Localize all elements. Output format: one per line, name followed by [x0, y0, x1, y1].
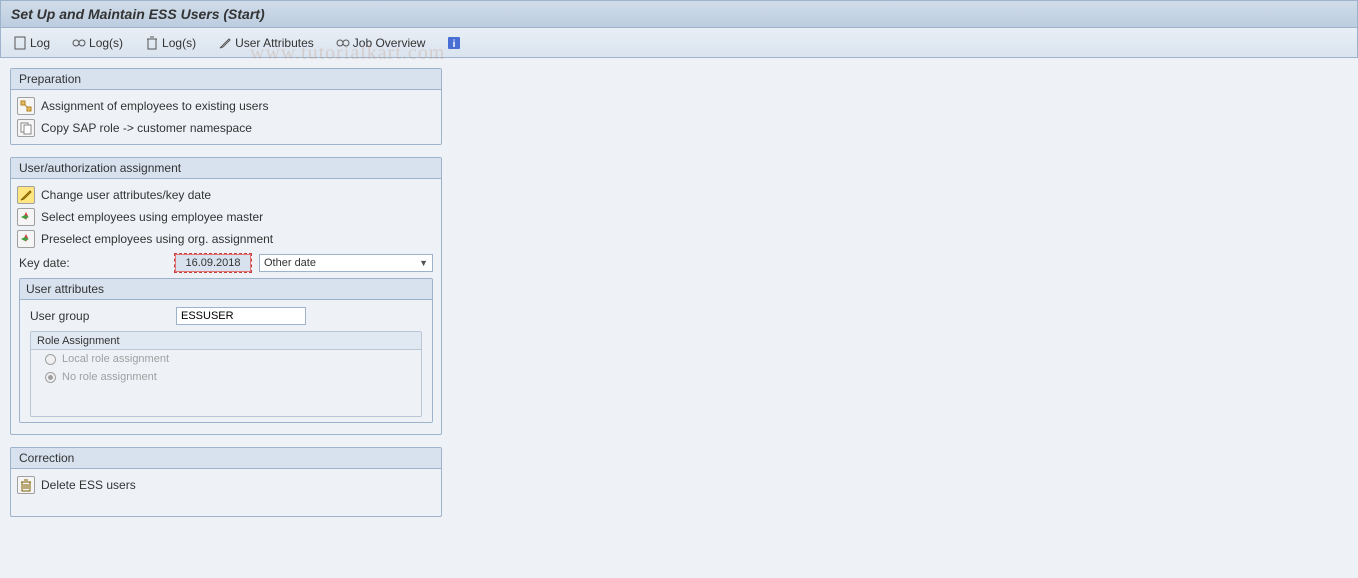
correction-header: Correction: [11, 448, 441, 469]
other-date-select[interactable]: Other date ▼: [259, 254, 433, 272]
assignment-panel: User/authorization assignment Change use…: [10, 157, 442, 435]
log-button[interactable]: Log: [9, 34, 54, 52]
user-group-input[interactable]: [176, 307, 306, 325]
org-preselect-icon: [17, 230, 35, 248]
change-attributes-label: Change user attributes/key date: [41, 188, 211, 202]
select-employees-label: Select employees using employee master: [41, 210, 263, 224]
logs-delete-button[interactable]: Log(s): [141, 34, 200, 52]
info-icon: i: [447, 36, 461, 50]
copy-icon: [17, 119, 35, 137]
job-overview-label: Job Overview: [353, 36, 426, 50]
other-date-label: Other date: [264, 257, 316, 269]
user-attributes-subpanel: User attributes User group Role Assignme…: [19, 278, 433, 423]
role-assignment-panel: Role Assignment Local role assignment No…: [30, 331, 422, 417]
logs-button[interactable]: Log(s): [68, 34, 127, 52]
logs-label: Log(s): [89, 36, 123, 50]
page-title: Set Up and Maintain ESS Users (Start): [11, 6, 265, 22]
delete-users-row[interactable]: Delete ESS users: [17, 474, 435, 496]
local-role-radio: Local role assignment: [31, 350, 421, 368]
pencil-edit-icon: [17, 186, 35, 204]
correction-panel: Correction Delete ESS users: [10, 447, 442, 517]
job-overview-button[interactable]: Job Overview: [332, 34, 430, 52]
copy-role-label: Copy SAP role -> customer namespace: [41, 121, 252, 135]
svg-text:i: i: [453, 39, 456, 50]
user-attributes-header: User attributes: [20, 279, 432, 300]
employee-master-icon: [17, 208, 35, 226]
user-attributes-button[interactable]: User Attributes: [214, 34, 318, 52]
content-area: Preparation Assignment of employees to e…: [0, 58, 1358, 539]
no-role-radio: No role assignment: [31, 368, 421, 386]
radio-icon: [45, 354, 56, 365]
user-attributes-label: User Attributes: [235, 36, 314, 50]
preparation-panel: Preparation Assignment of employees to e…: [10, 68, 442, 145]
preparation-header: Preparation: [11, 69, 441, 90]
delete-users-label: Delete ESS users: [41, 478, 136, 492]
radio-icon: [45, 372, 56, 383]
glasses-icon: [72, 36, 86, 50]
key-date-label: Key date:: [19, 256, 167, 270]
key-date-input[interactable]: [175, 254, 251, 272]
user-group-label: User group: [30, 309, 168, 323]
logs-delete-label: Log(s): [162, 36, 196, 50]
copy-role-row[interactable]: Copy SAP role -> customer namespace: [17, 117, 435, 139]
trash-icon: [145, 36, 159, 50]
chevron-down-icon: ▼: [419, 258, 428, 268]
assign-employees-label: Assignment of employees to existing user…: [41, 99, 268, 113]
preselect-employees-label: Preselect employees using org. assignmen…: [41, 232, 273, 246]
key-date-row: Key date: Other date ▼: [17, 250, 435, 276]
select-employees-row[interactable]: Select employees using employee master: [17, 206, 435, 228]
log-label: Log: [30, 36, 50, 50]
preselect-employees-row[interactable]: Preselect employees using org. assignmen…: [17, 228, 435, 250]
toolbar: Log Log(s) Log(s) User Attributes Job Ov…: [0, 28, 1358, 58]
role-assignment-header: Role Assignment: [31, 332, 421, 350]
org-assign-icon: [17, 97, 35, 115]
assign-employees-row[interactable]: Assignment of employees to existing user…: [17, 95, 435, 117]
trash-icon: [17, 476, 35, 494]
info-button[interactable]: i: [443, 34, 465, 52]
local-role-label: Local role assignment: [62, 353, 169, 365]
assignment-header: User/authorization assignment: [11, 158, 441, 179]
pencil-icon: [218, 36, 232, 50]
change-attributes-row[interactable]: Change user attributes/key date: [17, 184, 435, 206]
no-role-label: No role assignment: [62, 371, 157, 383]
glasses-icon: [336, 36, 350, 50]
document-icon: [13, 36, 27, 50]
title-bar: Set Up and Maintain ESS Users (Start): [0, 0, 1358, 28]
